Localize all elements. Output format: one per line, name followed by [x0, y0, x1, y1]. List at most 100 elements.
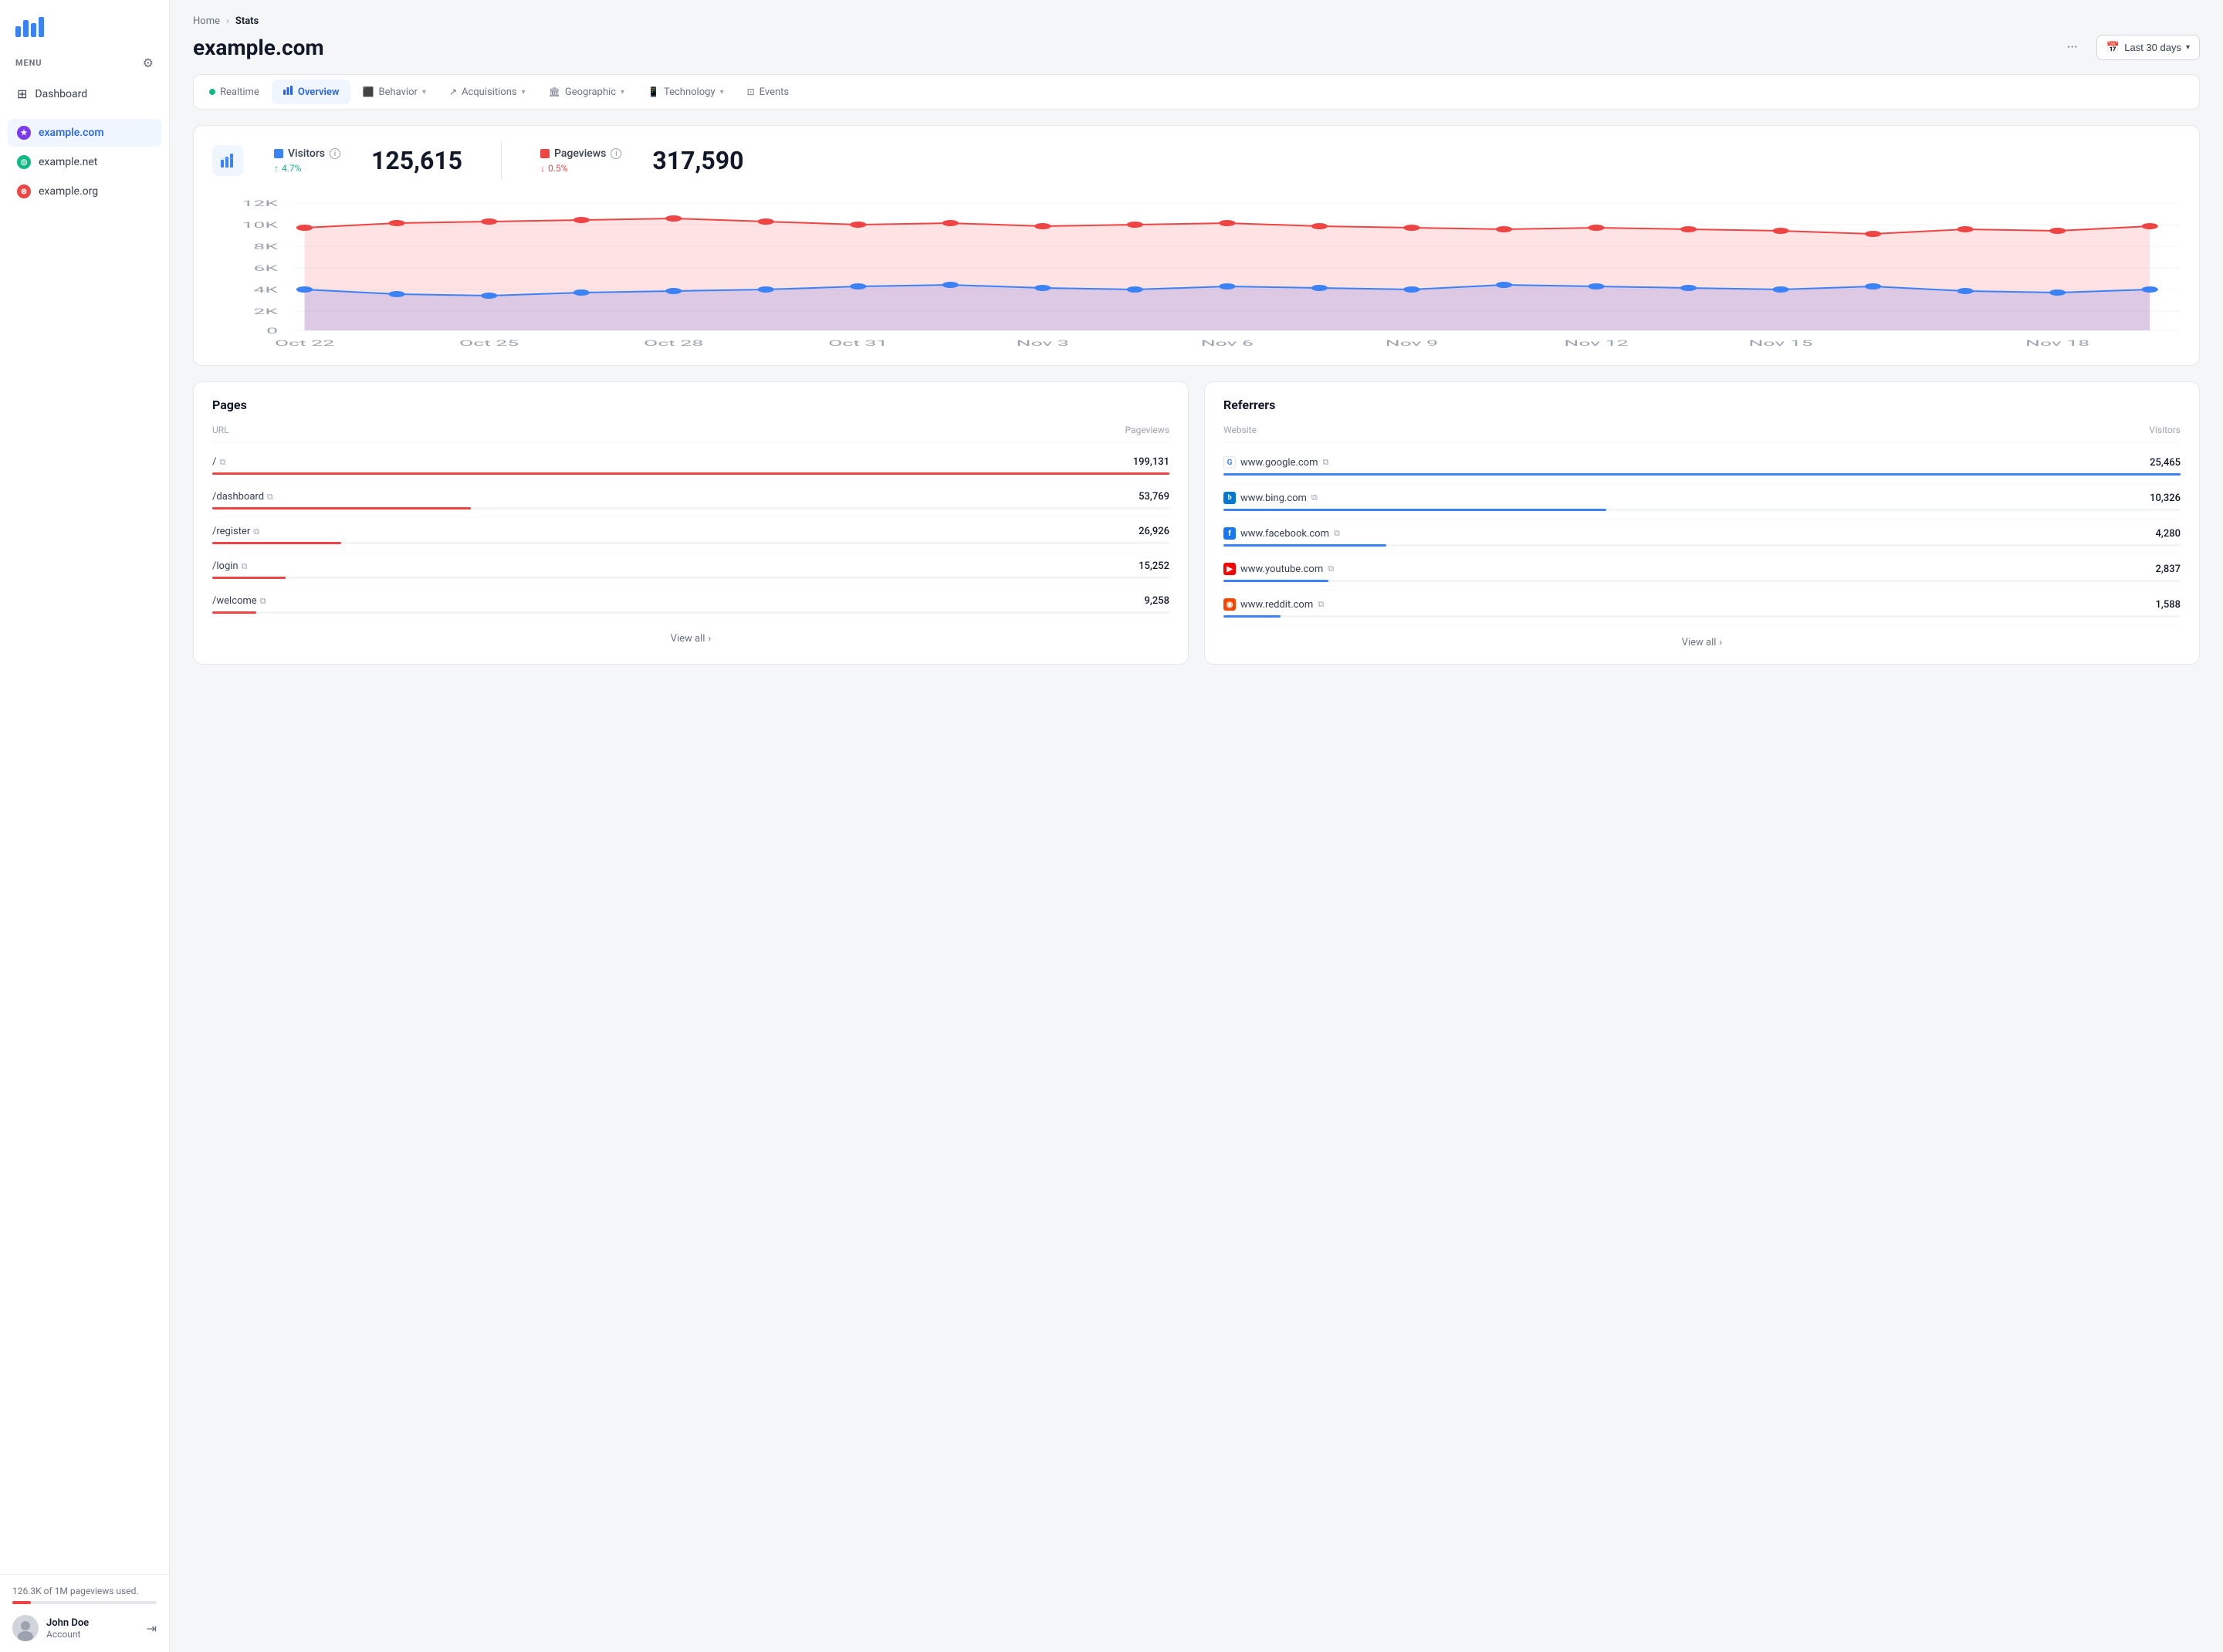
tab-realtime-label: Realtime — [220, 86, 259, 98]
external-link-icon[interactable]: ⧉ — [1322, 457, 1328, 468]
visitors-change: ↑ 4.7% — [274, 163, 340, 174]
tab-acquisitions-label: Acquisitions — [462, 86, 517, 98]
breadcrumb-current: Stats — [235, 15, 259, 27]
site-label-example-com: example.com — [39, 127, 104, 139]
pageviews-usage-text: 126.3K of 1M pageviews used. — [12, 1586, 157, 1596]
external-link-icon[interactable]: ⧉ — [1318, 599, 1324, 610]
chevron-down-icon: ▾ — [2186, 43, 2190, 52]
referrers-card-title: Referrers — [1223, 398, 2181, 412]
breadcrumb-separator: › — [226, 15, 229, 27]
referrers-table-header: Website Visitors — [1223, 425, 2181, 442]
settings-icon[interactable]: ⚙ — [143, 56, 154, 70]
table-row: /dashboard ⧉ 53,769 — [212, 483, 1169, 518]
chart-type-icon[interactable] — [212, 145, 243, 176]
behavior-icon: ⬛ — [363, 86, 374, 97]
user-info: John Doe Account — [46, 1617, 139, 1640]
svg-text:Nov 15: Nov 15 — [1748, 339, 1812, 348]
realtime-dot-icon — [209, 89, 215, 95]
sidebar-item-example-com[interactable]: ★ example.com — [8, 119, 161, 147]
visitors-dot — [274, 149, 283, 158]
visitors-value: 125,615 — [371, 146, 462, 175]
tab-technology[interactable]: 📱 Technology ▾ — [637, 81, 735, 103]
table-row: b www.bing.com ⧉ 10,326 — [1223, 484, 2181, 520]
pages-card-title: Pages — [212, 398, 1169, 412]
url-column-header: URL — [212, 425, 229, 435]
visitors-arrow-icon: ↑ — [274, 163, 279, 174]
svg-text:Nov 6: Nov 6 — [1201, 339, 1254, 348]
svg-text:Oct 28: Oct 28 — [644, 339, 703, 348]
pageviews-info-icon[interactable]: i — [611, 148, 621, 159]
stat-separator — [501, 141, 502, 180]
external-link-icon[interactable]: ⧉ — [242, 561, 248, 572]
main-content: Home › Stats example.com ··· 📅 Last 30 d… — [170, 0, 2223, 1652]
site-icon-example-org: ⊗ — [17, 184, 31, 198]
svg-text:4K: 4K — [253, 286, 278, 295]
youtube-favicon: ▶ — [1223, 563, 1236, 575]
logout-icon[interactable]: ⇥ — [147, 1621, 157, 1636]
external-link-icon[interactable]: ⧉ — [1328, 564, 1334, 574]
tab-behavior-label: Behavior — [378, 86, 417, 98]
breadcrumb-home[interactable]: Home — [193, 15, 220, 27]
tab-geographic[interactable]: 🏛 Geographic ▾ — [538, 81, 635, 103]
table-row: / ⧉ 199,131 — [212, 449, 1169, 483]
tab-behavior[interactable]: ⬛ Behavior ▾ — [352, 81, 437, 103]
table-row: f www.facebook.com ⧉ 4,280 — [1223, 520, 2181, 555]
pages-table-header: URL Pageviews — [212, 425, 1169, 442]
svg-text:Oct 22: Oct 22 — [275, 339, 334, 348]
user-role: Account — [46, 1629, 139, 1640]
site-label-example-net: example.net — [39, 156, 97, 168]
pages-card: Pages URL Pageviews / ⧉ 199,131 — [193, 381, 1189, 665]
tab-overview[interactable]: Overview — [272, 80, 350, 104]
external-link-icon[interactable]: ⧉ — [1311, 493, 1318, 503]
pageviews-column-header: Pageviews — [1125, 425, 1169, 435]
external-link-icon[interactable]: ⧉ — [260, 596, 266, 607]
sidebar-sites: ★ example.com ◎ example.net ⊗ example.or… — [0, 113, 169, 1574]
svg-text:Oct 25: Oct 25 — [459, 339, 519, 348]
svg-text:Nov 3: Nov 3 — [1017, 339, 1069, 348]
breadcrumb: Home › Stats — [193, 15, 2200, 27]
svg-text:6K: 6K — [253, 264, 278, 273]
bottom-grid: Pages URL Pageviews / ⧉ 199,131 — [193, 381, 2200, 665]
pageviews-arrow-icon: ↓ — [540, 163, 545, 174]
sidebar-bottom: 126.3K of 1M pageviews used. John Doe Ac… — [0, 1574, 169, 1652]
table-row: /welcome ⧉ 9,258 — [212, 587, 1169, 622]
external-link-icon[interactable]: ⧉ — [267, 492, 273, 503]
menu-header: MENU ⚙ — [0, 45, 169, 76]
view-all-arrow-icon: › — [708, 633, 711, 645]
svg-text:12K: 12K — [242, 199, 279, 208]
tab-acquisitions[interactable]: ↗ Acquisitions ▾ — [438, 81, 536, 103]
visitors-info-icon[interactable]: i — [330, 148, 340, 159]
site-icon-example-com: ★ — [17, 126, 31, 140]
behavior-chevron-icon: ▾ — [422, 88, 426, 96]
referrers-card: Referrers Website Visitors G www.google.… — [1204, 381, 2200, 665]
visitors-stat: Visitors i ↑ 4.7% — [274, 147, 340, 174]
referrers-view-all[interactable]: View all › — [1223, 626, 2181, 648]
technology-icon: 📱 — [648, 86, 659, 97]
site-label-example-org: example.org — [39, 185, 98, 198]
view-all-arrow-icon: › — [1719, 637, 1722, 648]
tab-realtime[interactable]: Realtime — [198, 81, 270, 103]
date-range-button[interactable]: 📅 Last 30 days ▾ — [2096, 35, 2200, 60]
external-link-icon[interactable]: ⧉ — [1334, 528, 1340, 539]
external-link-icon[interactable]: ⧉ — [219, 457, 225, 468]
tab-events[interactable]: ⊡ Events — [736, 81, 800, 103]
table-row: ▶ www.youtube.com ⧉ 2,837 — [1223, 555, 2181, 591]
sidebar-item-example-org[interactable]: ⊗ example.org — [8, 178, 161, 205]
svg-text:8K: 8K — [253, 242, 278, 252]
more-button[interactable]: ··· — [2061, 36, 2084, 59]
sidebar-item-dashboard[interactable]: ⊞ Dashboard — [8, 80, 161, 108]
usage-bar-fill — [12, 1601, 31, 1604]
acquisitions-icon: ↗ — [449, 86, 457, 97]
svg-text:10K: 10K — [242, 221, 279, 230]
table-row: /login ⧉ 15,252 — [212, 553, 1169, 587]
external-link-icon[interactable]: ⧉ — [253, 526, 259, 537]
pages-view-all[interactable]: View all › — [212, 622, 1169, 645]
page-header: example.com ··· 📅 Last 30 days ▾ — [193, 35, 2200, 60]
sidebar-item-example-net[interactable]: ◎ example.net — [8, 148, 161, 176]
events-icon: ⊡ — [747, 86, 755, 97]
avatar — [12, 1615, 39, 1641]
pageviews-change: ↓ 0.5% — [540, 163, 621, 174]
sidebar-nav: ⊞ Dashboard — [0, 76, 169, 113]
reddit-favicon: ◉ — [1223, 598, 1236, 611]
svg-text:Nov 18: Nov 18 — [2025, 339, 2089, 348]
